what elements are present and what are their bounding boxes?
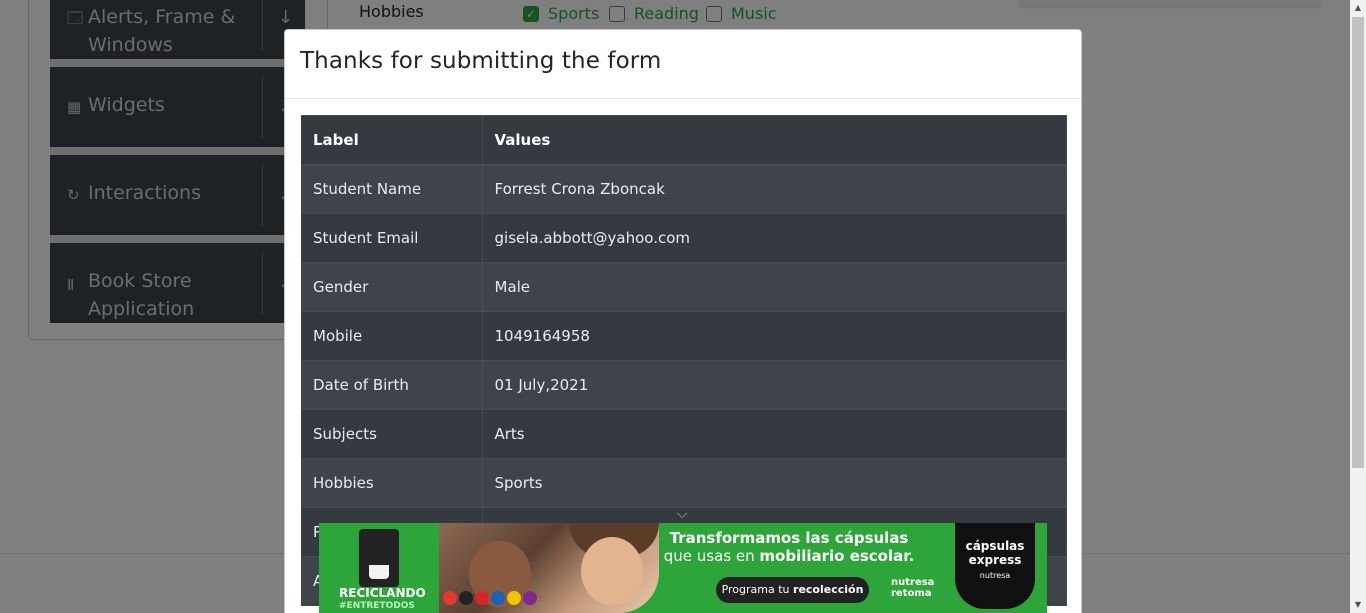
- scroll-down-arrow-icon[interactable]: ▼: [1350, 597, 1366, 613]
- table-header-row: Label Values: [301, 115, 1067, 166]
- scroll-up-arrow-icon[interactable]: ▲: [1350, 0, 1366, 16]
- brand-line1: cápsulas: [965, 539, 1025, 553]
- scrollbar-thumb[interactable]: [1352, 17, 1364, 468]
- ad-reciclando: RECICLANDO: [339, 586, 426, 600]
- column-header-label: Label: [301, 115, 483, 166]
- ad-hashtag: #ENTRETODOS: [339, 601, 415, 611]
- row-value: Sports: [482, 458, 1067, 508]
- modal-header: Thanks for submitting the form: [285, 30, 1081, 99]
- table-row: Student Email gisela.abbott@yahoo.com: [301, 213, 1067, 263]
- ad-left-text: RECICLANDO #ENTRETODOS: [339, 587, 426, 613]
- row-value: Male: [482, 262, 1067, 312]
- capsulas-express-logo: cápsulas express nutresa: [955, 523, 1035, 609]
- brand-line3: nutresa: [979, 571, 1011, 580]
- row-label: Date of Birth: [301, 360, 483, 410]
- modal-title: Thanks for submitting the form: [300, 48, 662, 74]
- retoma-text: retoma: [891, 588, 932, 599]
- cta-prefix: Programa tu: [721, 583, 794, 596]
- table-row: Mobile 1049164958: [301, 311, 1067, 361]
- row-value: gisela.abbott@yahoo.com: [482, 213, 1067, 263]
- brand-logos: [443, 591, 537, 605]
- table-row: Date of Birth 01 July,2021: [301, 360, 1067, 410]
- row-label: Subjects: [301, 409, 483, 459]
- row-label: Student Name: [301, 164, 483, 214]
- ad-headline-line2: que usas en mobiliario escolar.: [649, 547, 929, 565]
- column-header-values: Values: [482, 115, 1067, 166]
- table-row: Gender Male: [301, 262, 1067, 312]
- ad-headline-bold: mobiliario escolar.: [759, 547, 915, 565]
- coffee-machine-image: [359, 529, 399, 587]
- row-value: 1049164958: [482, 311, 1067, 361]
- row-label: Mobile: [301, 311, 483, 361]
- ad-headline-part: que usas en: [663, 547, 760, 565]
- row-value: 01 July,2021: [482, 360, 1067, 410]
- row-value: Arts: [482, 409, 1067, 459]
- nutresa-retoma-logo: nutresa retoma: [891, 577, 934, 599]
- page-scrollbar[interactable]: ▲ ▼: [1350, 0, 1366, 613]
- table-row: Subjects Arts: [301, 409, 1067, 459]
- row-label: Gender: [301, 262, 483, 312]
- table-row: Student Name Forrest Crona Zboncak: [301, 164, 1067, 214]
- row-label: Student Email: [301, 213, 483, 263]
- ad-headline-line1: Transformamos las cápsulas: [669, 529, 909, 547]
- row-value: Forrest Crona Zboncak: [482, 164, 1067, 214]
- cta-bold: recolección: [793, 583, 864, 596]
- child-face-image: [581, 537, 643, 605]
- row-label: Hobbies: [301, 458, 483, 508]
- nutresa-text: nutresa: [891, 577, 935, 588]
- ad-banner[interactable]: Transformamos las cápsulas que usas en m…: [319, 523, 1047, 613]
- ad-headline: Transformamos las cápsulas que usas en m…: [649, 529, 929, 565]
- ad-cta-button[interactable]: Programa tu recolección: [716, 577, 869, 603]
- table-row: Hobbies Sports: [301, 458, 1067, 508]
- chevron-down-icon[interactable]: ⌵: [668, 505, 696, 523]
- brand-line2: express: [968, 553, 1022, 567]
